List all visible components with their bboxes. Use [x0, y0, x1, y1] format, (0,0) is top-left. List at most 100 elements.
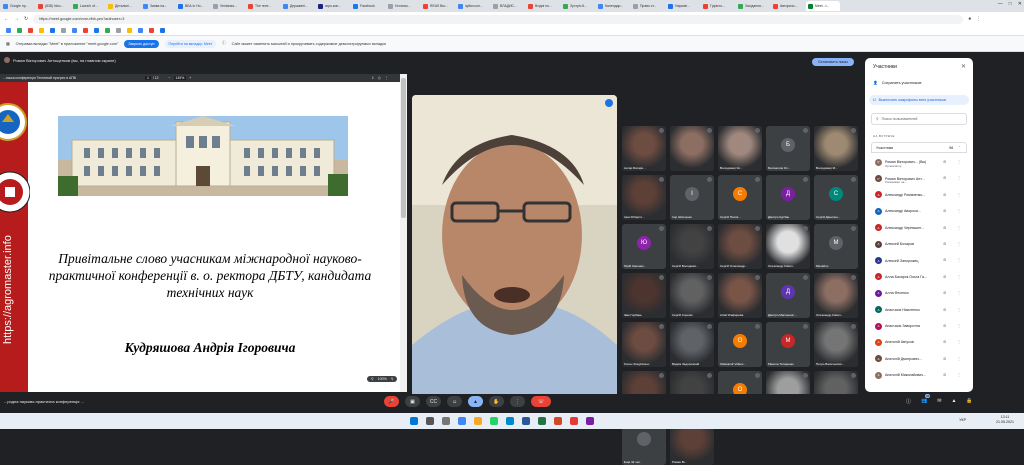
bookmark-icon[interactable] — [127, 28, 132, 33]
mic-off-icon[interactable]: ⊘ — [943, 225, 946, 230]
bookmark-icon[interactable] — [17, 28, 22, 33]
browser-tab[interactable]: Гідність... — [701, 1, 735, 11]
close-panel-icon[interactable]: ✕ — [961, 63, 966, 70]
participant-tile[interactable]: С Сергій Поляк... — [718, 175, 762, 220]
mic-off-icon[interactable]: ⊘ — [943, 208, 946, 213]
camera-toggle-button[interactable]: ▣ — [405, 396, 420, 407]
whatsapp-icon[interactable] — [490, 417, 498, 425]
zoom-out-icon[interactable]: ⚲ — [371, 377, 374, 381]
mute-all-button[interactable]: ⨿ Выключить микрофоны всех участников — [869, 95, 969, 105]
pdf-zoom-value[interactable]: 145% — [173, 76, 187, 80]
mic-off-icon[interactable]: ⊘ — [943, 323, 946, 328]
minimize-icon[interactable]: — — [998, 1, 1003, 7]
close-window-icon[interactable]: ✕ — [1018, 1, 1022, 7]
participant-search[interactable]: ⚲ Поиск пользователей — [871, 113, 967, 125]
zoom-out-icon[interactable]: − — [169, 76, 171, 80]
url-field[interactable]: https://meet.google.com/vom-rfbb-yeo?aut… — [33, 14, 964, 24]
print-icon[interactable]: ⎙ — [378, 76, 381, 80]
participant-tile[interactable]: Antal Ягафарова — [718, 273, 762, 318]
excel-icon[interactable] — [538, 417, 546, 425]
bookmark-icon[interactable] — [39, 28, 44, 33]
participant-row[interactable]: А Алла Фесенко ⊘ ⋮ — [865, 285, 973, 301]
pdf-icon[interactable] — [570, 417, 578, 425]
browser-tab[interactable]: Право ст... — [631, 1, 665, 11]
participant-tile[interactable]: Вадим Задорожний — [670, 322, 714, 367]
search-taskbar-icon[interactable] — [426, 417, 434, 425]
maximize-icon[interactable]: □ — [1009, 1, 1012, 7]
participant-row[interactable]: А Александр Авороси... ⊘ ⋮ — [865, 203, 973, 219]
bookmark-icon[interactable] — [83, 28, 88, 33]
participant-tile[interactable]: М Михайло — [814, 224, 858, 269]
bookmark-icon[interactable] — [105, 28, 110, 33]
browser-tab[interactable]: ВЛАДИС... — [491, 1, 525, 11]
browser-tab[interactable]: Meet - t... — [806, 1, 840, 11]
more-vert-icon[interactable]: ⋮ — [957, 241, 961, 246]
more-vert-icon[interactable]: ⋮ — [957, 356, 961, 361]
telegram-icon[interactable] — [506, 417, 514, 425]
add-people-row[interactable]: 👤 Сохранить участников — [873, 80, 921, 86]
participant-row[interactable]: А Алексей Бочаров ⊘ ⋮ — [865, 236, 973, 252]
browser-tab[interactable]: REAS Bur... — [421, 1, 455, 11]
mic-off-icon[interactable]: ⊘ — [943, 372, 946, 377]
participant-tile[interactable]: Олександр Ковал... — [766, 224, 810, 269]
bookmark-icon[interactable] — [116, 28, 121, 33]
participant-row[interactable]: А Анатолій Авгусов ⊘ ⋮ — [865, 334, 973, 350]
bookmark-icon[interactable] — [149, 28, 154, 33]
participant-tile[interactable]: Сергій Сорокін — [670, 273, 714, 318]
browser-tab[interactable]: зуйки кон... — [456, 1, 490, 11]
stop-sharing-button[interactable]: Закрыть доступ — [124, 39, 159, 48]
participant-tile[interactable] — [670, 126, 714, 171]
viber-icon[interactable] — [586, 417, 594, 425]
browser-tab[interactable]: Нотатки... — [386, 1, 420, 11]
more-vert-icon[interactable]: ⋮ — [957, 372, 961, 377]
more-vert-icon[interactable]: ⋮ — [957, 339, 961, 344]
participant-tile[interactable]: O Oleksandr Volkov... — [718, 322, 762, 367]
participant-tile[interactable]: Konev Zvegintseev — [622, 322, 666, 367]
bookmark-icon[interactable] — [6, 28, 11, 33]
participant-row[interactable]: А Анатолій Миколайович... ⊘ ⋮ — [865, 367, 973, 383]
browser-tab[interactable]: Державні... — [281, 1, 315, 11]
browser-tab[interactable]: (838) Inbo... — [36, 1, 70, 11]
bookmark-icon[interactable] — [28, 28, 33, 33]
zoom-in-icon[interactable]: ⚲ — [391, 377, 394, 381]
keyboard-language[interactable]: УКР — [959, 418, 966, 422]
participant-tile[interactable]: Володимир М... — [814, 126, 858, 171]
back-icon[interactable]: ← — [4, 16, 9, 22]
participant-tile[interactable]: Д Дмитро Масленніс... — [766, 273, 810, 318]
download-icon[interactable]: ⇩ — [371, 76, 374, 80]
mic-off-icon[interactable]: ⊘ — [943, 192, 946, 197]
menu-icon[interactable]: ⋮ — [976, 16, 981, 22]
mic-off-icon[interactable]: ⊘ — [943, 290, 946, 295]
more-vert-icon[interactable]: ⋮ — [957, 274, 961, 279]
browser-tab[interactable]: Календар... — [596, 1, 630, 11]
participant-tile[interactable]: С Сергій Данилен... — [814, 175, 858, 220]
chrome-icon[interactable] — [458, 417, 466, 425]
more-vert-icon[interactable]: ⋮ — [957, 323, 961, 328]
bookmark-icon[interactable] — [50, 28, 55, 33]
participant-row[interactable]: А Александр Черняшен... ⊘ ⋮ — [865, 220, 973, 236]
switch-tab-button[interactable]: Перейти на вкладку: Meet — [164, 39, 216, 48]
browser-tab[interactable]: The reve... — [246, 1, 280, 11]
browser-tab[interactable]: Зустріч 6... — [561, 1, 595, 11]
participant-tile[interactable]: Інна Роберти... — [622, 175, 666, 220]
browser-tab[interactable]: Вхідні по... — [526, 1, 560, 11]
system-clock[interactable]: 13:11 21.05.2021 — [996, 415, 1014, 425]
browser-tab[interactable]: Ventanas... — [211, 1, 245, 11]
browser-tab[interactable]: Заява на... — [141, 1, 175, 11]
browser-tab[interactable]: Launch of... — [71, 1, 105, 11]
bookmark-icon[interactable] — [94, 28, 99, 33]
browser-tab[interactable]: Facebook — [351, 1, 385, 11]
participant-tile[interactable]: Ю Юрій Свечник... — [622, 224, 666, 269]
captions-button[interactable]: CC — [426, 396, 441, 407]
participant-tile[interactable]: Д Дмитро Курбан — [766, 175, 810, 220]
raise-hand-button[interactable]: ✋ — [489, 396, 504, 407]
participant-tile[interactable]: Іван Горбань — [622, 273, 666, 318]
chat-icon[interactable]: ✉ — [937, 398, 941, 405]
more-vert-icon[interactable]: ⋮ — [957, 208, 961, 213]
participant-row[interactable]: А Александр Романенко... ⊘ ⋮ — [865, 187, 973, 203]
participant-row[interactable]: А Анастасія Никитенко ⊘ ⋮ — [865, 302, 973, 318]
pdf-page-input[interactable]: 1 — [145, 76, 151, 80]
zoom-in-icon[interactable]: + — [189, 76, 191, 80]
profile-icon[interactable]: ● — [968, 16, 971, 22]
bookmark-icon[interactable] — [72, 28, 77, 33]
